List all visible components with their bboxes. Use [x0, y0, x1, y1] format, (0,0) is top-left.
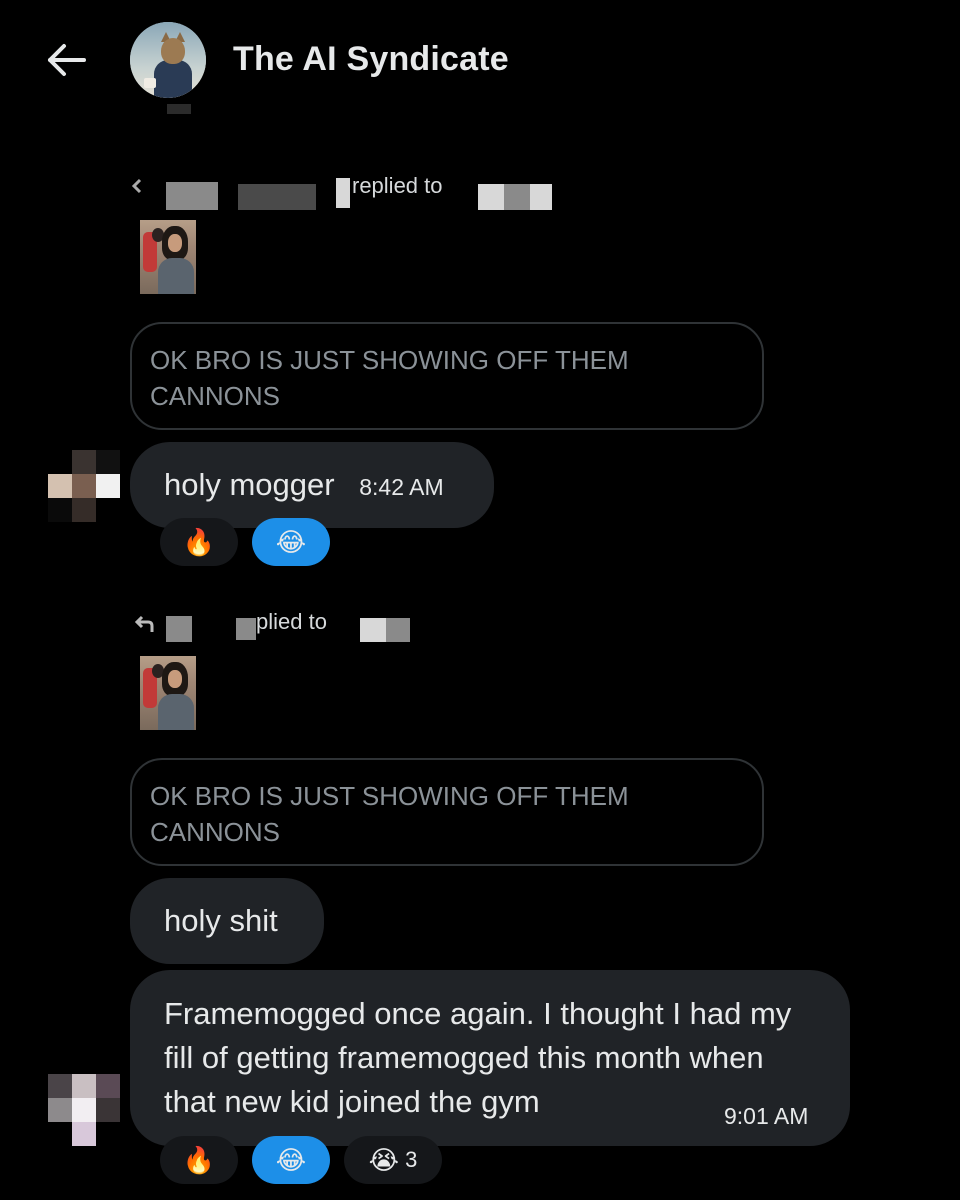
message-bubble[interactable]: holy shit [130, 878, 324, 964]
reply-media-thumbnail[interactable] [140, 220, 196, 294]
reply-media-thumbnail[interactable] [140, 656, 196, 730]
reaction-count: 3 [405, 1147, 418, 1172]
fire-icon: 🔥 [182, 1144, 216, 1175]
message-timestamp: 8:42 AM [359, 474, 444, 500]
message-bubble[interactable]: holy mogger 8:42 AM [130, 442, 494, 528]
crying-face-icon: 😭 [368, 1144, 400, 1175]
avatar-redaction [167, 104, 191, 114]
reaction-fire[interactable]: 🔥 [160, 518, 238, 566]
conversation-header: The AI Syndicate [0, 0, 960, 120]
laughing-face-icon: 😂 [275, 1144, 307, 1175]
reply-arrow-icon [131, 178, 142, 194]
reply-label: plied to [256, 609, 327, 634]
conversation-title[interactable]: The AI Syndicate [233, 40, 509, 79]
back-arrow-icon[interactable] [44, 40, 88, 80]
reply-arrow-icon [134, 615, 154, 632]
redacted-name [386, 618, 410, 642]
dm-conversation-screen: The AI Syndicate replied to OK BRO IS JU… [0, 0, 960, 1200]
redacted-name [530, 184, 552, 210]
message-bubble[interactable]: Framemogged once again. I thought I had … [130, 970, 850, 1146]
redacted-name [336, 178, 350, 208]
reaction-laugh[interactable]: 😂 [252, 1136, 330, 1184]
quoted-message[interactable]: OK BRO IS JUST SHOWING OFF THEM CANNONS [130, 322, 764, 430]
sender-avatar[interactable] [48, 450, 120, 522]
reply-label: replied to [352, 173, 443, 198]
reaction-laugh[interactable]: 😂 [252, 518, 330, 566]
message-timestamp: 9:01 AM [724, 1103, 809, 1129]
fire-icon: 🔥 [182, 526, 216, 557]
message-text: holy shit [164, 903, 278, 938]
quoted-message[interactable]: OK BRO IS JUST SHOWING OFF THEM CANNONS [130, 758, 764, 866]
redacted-name [360, 618, 386, 642]
reaction-fire[interactable]: 🔥 [160, 1136, 238, 1184]
redacted-name [504, 184, 530, 210]
redacted-name [238, 184, 316, 210]
reaction-crying[interactable]: 😭 3 [344, 1136, 442, 1184]
redacted-name [478, 184, 504, 210]
laughing-face-icon: 😂 [275, 526, 307, 557]
sender-avatar[interactable] [48, 1074, 120, 1146]
group-avatar[interactable] [130, 22, 206, 98]
redacted-name [166, 182, 218, 210]
redacted-name [236, 618, 256, 640]
redacted-name [166, 616, 192, 642]
message-text: holy mogger [164, 467, 335, 502]
message-text: Framemogged once again. I thought I had … [164, 996, 792, 1119]
